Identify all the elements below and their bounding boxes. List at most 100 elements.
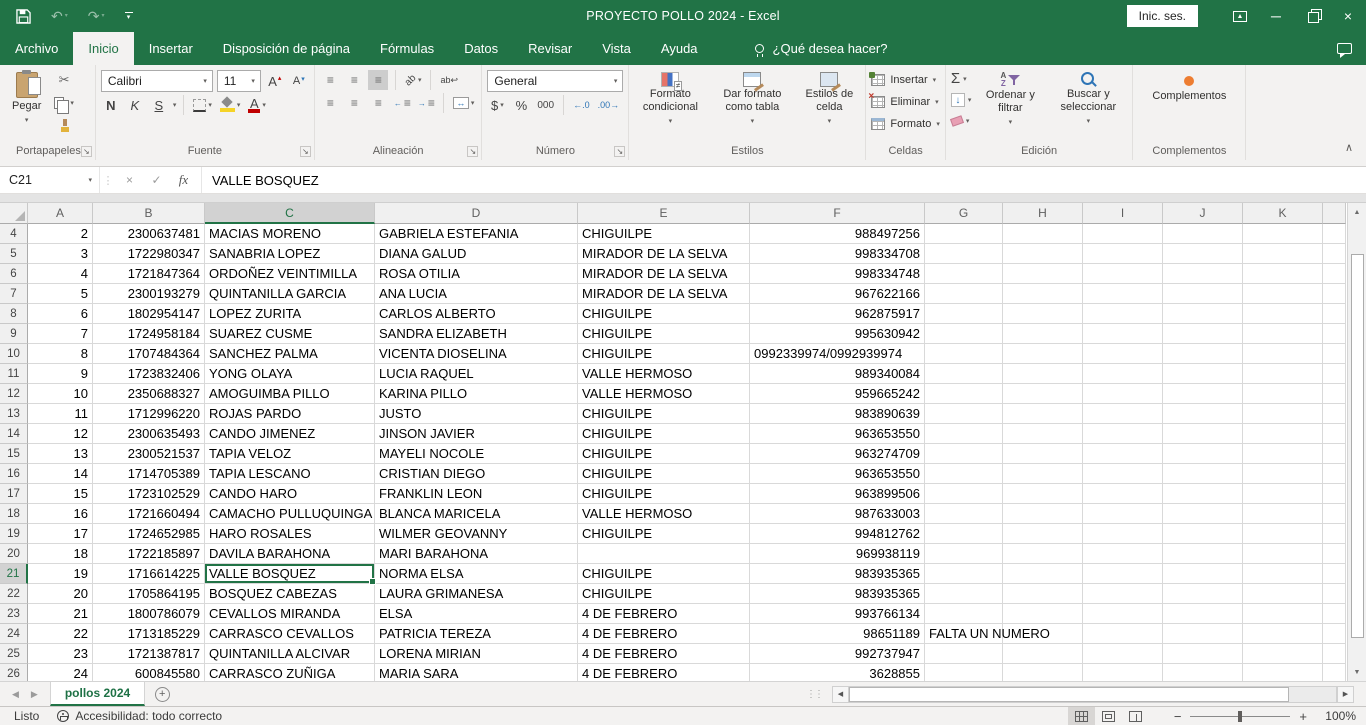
cell-I25[interactable] (1083, 644, 1163, 664)
cell-J19[interactable] (1163, 524, 1243, 544)
sort-filter-button[interactable]: AZ Ordenar y filtrar ▾ (977, 70, 1043, 131)
align-bottom-button[interactable]: ≡ (368, 70, 388, 90)
cell-H20[interactable] (1003, 544, 1083, 564)
cell-J11[interactable] (1163, 364, 1243, 384)
zoom-out-button[interactable]: − (1165, 709, 1191, 724)
cell-G18[interactable] (925, 504, 1003, 524)
cell-K14[interactable] (1243, 424, 1323, 444)
tab-revisar[interactable]: Revisar (513, 32, 587, 65)
cell-B25[interactable]: 1721387817 (93, 644, 205, 664)
cell-C11[interactable]: YONG OLAYA (205, 364, 375, 384)
comma-format-button[interactable]: 000 (535, 95, 556, 115)
cell-A18[interactable]: 16 (28, 504, 93, 524)
tab-vista[interactable]: Vista (587, 32, 646, 65)
cut-button[interactable]: ✂ (52, 70, 76, 90)
cell-I21[interactable] (1083, 564, 1163, 584)
cell-F18[interactable]: 987633003 (750, 504, 925, 524)
cell-B8[interactable]: 1802954147 (93, 304, 205, 324)
cell-G6[interactable] (925, 264, 1003, 284)
number-dialog-launcher-icon[interactable]: ↘ (614, 146, 625, 157)
cell-B12[interactable]: 2350688327 (93, 384, 205, 404)
percent-format-button[interactable]: % (511, 95, 531, 115)
align-top-button[interactable]: ≡ (320, 70, 340, 90)
column-header-F[interactable]: F (750, 203, 925, 224)
column-header-I[interactable]: I (1083, 203, 1163, 224)
cell-partial-20[interactable] (1323, 544, 1346, 564)
cell-partial-15[interactable] (1323, 444, 1346, 464)
cell-D19[interactable]: WILMER GEOVANNY (375, 524, 578, 544)
cell-A8[interactable]: 6 (28, 304, 93, 324)
cell-E5[interactable]: MIRADOR DE LA SELVA (578, 244, 750, 264)
cell-E20[interactable] (578, 544, 750, 564)
tab-splitter-handle[interactable]: ⋮⋮ (796, 682, 832, 706)
cell-F24[interactable]: 98651189 (750, 624, 925, 644)
cell-K24[interactable] (1243, 624, 1323, 644)
cell-C13[interactable]: ROJAS PARDO (205, 404, 375, 424)
cell-B16[interactable]: 1714705389 (93, 464, 205, 484)
column-header-G[interactable]: G (925, 203, 1003, 224)
zoom-level[interactable]: 100% (1316, 709, 1366, 723)
cell-I16[interactable] (1083, 464, 1163, 484)
cell-I6[interactable] (1083, 264, 1163, 284)
name-box[interactable]: C21▾ (0, 167, 100, 193)
merge-center-button[interactable]: ↔▾ (451, 93, 477, 113)
prev-sheet-icon[interactable]: ◀ (12, 689, 19, 700)
insert-cells-button[interactable]: Insertar▾ (871, 70, 939, 89)
cell-C12[interactable]: AMOGUIMBA PILLO (205, 384, 375, 404)
cell-F26[interactable]: 3628855 (750, 664, 925, 681)
page-layout-view-button[interactable] (1095, 707, 1122, 725)
cell-J26[interactable] (1163, 664, 1243, 681)
collapse-ribbon-icon[interactable]: ∧ (1332, 141, 1366, 160)
cell-J6[interactable] (1163, 264, 1243, 284)
cell-K23[interactable] (1243, 604, 1323, 624)
cell-F8[interactable]: 962875917 (750, 304, 925, 324)
cell-C18[interactable]: CAMACHO PULLUQUINGA (205, 504, 375, 524)
cell-D17[interactable]: FRANKLIN LEON (375, 484, 578, 504)
restore-button[interactable] (1294, 0, 1330, 32)
cell-G26[interactable] (925, 664, 1003, 681)
cell-J5[interactable] (1163, 244, 1243, 264)
cell-I26[interactable] (1083, 664, 1163, 681)
cell-K25[interactable] (1243, 644, 1323, 664)
cell-H18[interactable] (1003, 504, 1083, 524)
cell-K8[interactable] (1243, 304, 1323, 324)
column-header-A[interactable]: A (28, 203, 93, 224)
copy-button[interactable]: ▾ (52, 93, 76, 113)
insert-function-icon[interactable]: fx (170, 172, 197, 188)
cell-partial-21[interactable] (1323, 564, 1346, 584)
cell-E8[interactable]: CHIGUILPE (578, 304, 750, 324)
cell-E13[interactable]: CHIGUILPE (578, 404, 750, 424)
sign-in-button[interactable]: Inic. ses. (1127, 5, 1198, 27)
cell-C22[interactable]: BOSQUEZ CABEZAS (205, 584, 375, 604)
cell-I7[interactable] (1083, 284, 1163, 304)
cell-E21[interactable]: CHIGUILPE (578, 564, 750, 584)
cell-G20[interactable] (925, 544, 1003, 564)
cell-G25[interactable] (925, 644, 1003, 664)
cell-D24[interactable]: PATRICIA TEREZA (375, 624, 578, 644)
cell-H21[interactable] (1003, 564, 1083, 584)
cancel-entry-icon[interactable]: × (116, 173, 143, 187)
cell-E11[interactable]: VALLE HERMOSO (578, 364, 750, 384)
sheet-tab-pollos-2024[interactable]: pollos 2024 (50, 682, 145, 706)
cell-D4[interactable]: GABRIELA ESTEFANIA (375, 224, 578, 244)
cell-J9[interactable] (1163, 324, 1243, 344)
horizontal-scroll-thumb[interactable] (849, 687, 1289, 702)
cell-G5[interactable] (925, 244, 1003, 264)
conditional-formatting-button[interactable]: Formato condicional ▾ (634, 70, 706, 130)
cell-partial-17[interactable] (1323, 484, 1346, 504)
format-painter-button[interactable] (52, 116, 76, 136)
column-header-D[interactable]: D (375, 203, 578, 224)
cell-A17[interactable]: 15 (28, 484, 93, 504)
cell-I22[interactable] (1083, 584, 1163, 604)
row-header-8[interactable]: 8 (0, 304, 28, 324)
cell-J16[interactable] (1163, 464, 1243, 484)
cell-F21[interactable]: 983935365 (750, 564, 925, 584)
column-header-C[interactable]: C (205, 203, 375, 224)
shrink-font-button[interactable]: A▾ (289, 71, 309, 91)
cell-I13[interactable] (1083, 404, 1163, 424)
cell-E14[interactable]: CHIGUILPE (578, 424, 750, 444)
row-header-23[interactable]: 23 (0, 604, 28, 624)
row-header-24[interactable]: 24 (0, 624, 28, 644)
row-header-17[interactable]: 17 (0, 484, 28, 504)
cell-B15[interactable]: 2300521537 (93, 444, 205, 464)
